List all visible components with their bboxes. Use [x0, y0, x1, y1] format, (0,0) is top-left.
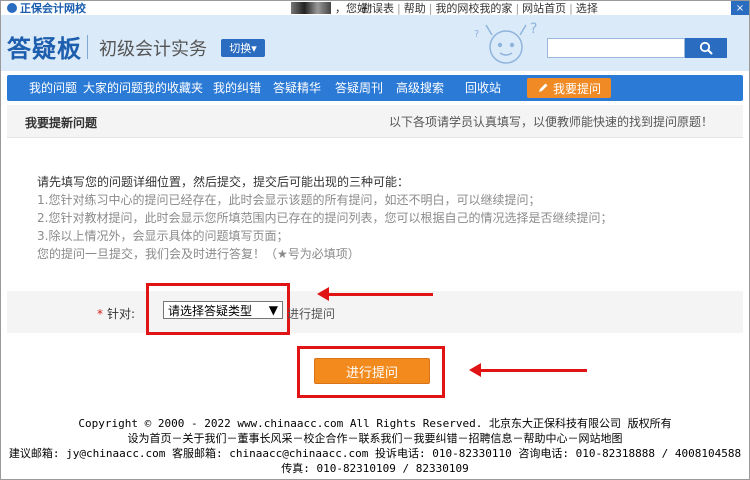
- top-link-errata[interactable]: 勘误表: [361, 1, 394, 15]
- mascot-icon: ? ?: [474, 21, 537, 64]
- select-suffix-text: 进行提问: [287, 307, 336, 321]
- link-divider: |: [515, 1, 520, 15]
- search-icon: [699, 41, 713, 55]
- top-links: 勘误表 | 帮助 | 我的网校我的家 | 网站首页 | 选择: [361, 1, 598, 16]
- nav-item-highlights[interactable]: 答疑精华: [273, 75, 321, 101]
- link-divider: |: [569, 1, 573, 15]
- footer-links[interactable]: 设为首页－关于我们－董事长风采－校企合作－联系我们－我要纠错－招聘信息－帮助中心…: [1, 431, 749, 446]
- header-divider: [87, 35, 88, 59]
- top-link-select[interactable]: 选择: [576, 1, 598, 15]
- dropdown-arrow-icon: ▼: [268, 303, 278, 317]
- select-value: 请选择答疑类型: [168, 303, 253, 318]
- target-label: * 针对:: [97, 305, 135, 322]
- search-input[interactable]: [547, 38, 685, 58]
- instruction-line: 2.您针对教材提问，此时会显示您所填范围内已存在的提问列表，您可以根据自己的情况…: [37, 211, 613, 225]
- switch-subject-button[interactable]: 切换▾: [221, 39, 265, 57]
- nav-item-my-corrections[interactable]: 我的纠错: [213, 75, 261, 101]
- required-mark: *: [97, 307, 103, 321]
- submit-question-button[interactable]: 进行提问: [314, 358, 430, 384]
- close-icon[interactable]: ×: [731, 1, 749, 15]
- target-label-text: 针对:: [107, 307, 136, 321]
- nav-item-favorites[interactable]: 我的收藏夹: [143, 75, 203, 101]
- nav-item-recycle-bin[interactable]: 回收站: [465, 75, 501, 101]
- section-title: 我要提新问题: [25, 116, 98, 130]
- pencil-icon: [538, 83, 548, 92]
- search-button[interactable]: [685, 38, 727, 58]
- brand-title[interactable]: 答疑板: [7, 29, 82, 64]
- instructions-closing: 您的提问一旦提交，我们会及时进行答复！（★号为必填项）: [37, 247, 360, 261]
- svg-text:?: ?: [474, 29, 479, 40]
- svg-text:?: ?: [530, 21, 537, 37]
- top-link-my-school[interactable]: 我的网校我的家: [435, 1, 512, 15]
- footer-copyright: Copyright © 2000 - 2022 www.chinaacc.com…: [78, 417, 672, 430]
- top-bar: 正保会计网校 ，您好！ 勘误表 | 帮助 | 我的网校我的家 | 网站首页 | …: [1, 1, 749, 15]
- subject-title: 初级会计实务: [99, 39, 207, 60]
- link-divider: |: [428, 1, 433, 15]
- footer-fax: 传真: 010-82310109 / 82330109: [281, 462, 469, 475]
- question-type-select[interactable]: 请选择答疑类型 ▼: [163, 301, 283, 319]
- top-link-help[interactable]: 帮助: [404, 1, 426, 15]
- username-redacted: [291, 2, 331, 14]
- instructions-lead: 请先填写您的问题详细位置，然后提交，提交后可能出现的三种可能：: [37, 175, 410, 189]
- browser-frame: 正保会计网校 ，您好！ 勘误表 | 帮助 | 我的网校我的家 | 网站首页 | …: [0, 0, 750, 480]
- ask-question-button[interactable]: 我要提问: [527, 78, 611, 98]
- instructions: 请先填写您的问题详细位置，然后提交，提交后可能出现的三种可能： 1.您针对练习中…: [37, 173, 612, 263]
- site-name: 正保会计网校: [20, 2, 86, 15]
- logo-icon: [7, 3, 17, 13]
- main-nav: 我的问题 大家的问题 我的收藏夹 我的纠错 答疑精华 答疑周刊 高级搜索 回收站…: [7, 75, 743, 101]
- section-hint: 以下各项请学员认真填写，以便教师能快速的找到提问原题！: [388, 115, 713, 129]
- question-type-row: * 针对: 请选择答疑类型 ▼ 进行提问: [7, 283, 743, 335]
- top-link-home[interactable]: 网站首页: [522, 1, 566, 15]
- site-logo[interactable]: 正保会计网校: [7, 1, 86, 15]
- instruction-line: 1.您针对练习中心的提问已经存在，此时会显示该题的所有提问，如还不明白，可以继续…: [37, 193, 541, 207]
- footer: Copyright © 2000 - 2022 www.chinaacc.com…: [1, 416, 749, 479]
- nav-item-all-questions[interactable]: 大家的问题: [83, 75, 143, 101]
- footer-contact: 建议邮箱: jy@chinaacc.com 客服邮箱: chinaacc@chi…: [8, 447, 742, 460]
- header: 答疑板 初级会计实务 切换▾ ? ?: [1, 15, 749, 71]
- annotation-arrow: [469, 363, 587, 377]
- section-header: 我要提新问题 以下各项请学员认真填写，以便教师能快速的找到提问原题！: [7, 105, 743, 138]
- nav-item-my-questions[interactable]: 我的问题: [29, 75, 77, 101]
- ask-question-label: 我要提问: [552, 81, 601, 96]
- annotation-arrow: [317, 287, 433, 301]
- nav-item-weekly[interactable]: 答疑周刊: [335, 75, 383, 101]
- link-divider: |: [397, 1, 401, 15]
- instruction-line: 3.除以上情况外，会显示具体的问题填写页面；: [37, 229, 289, 243]
- nav-item-advanced-search[interactable]: 高级搜索: [396, 75, 444, 101]
